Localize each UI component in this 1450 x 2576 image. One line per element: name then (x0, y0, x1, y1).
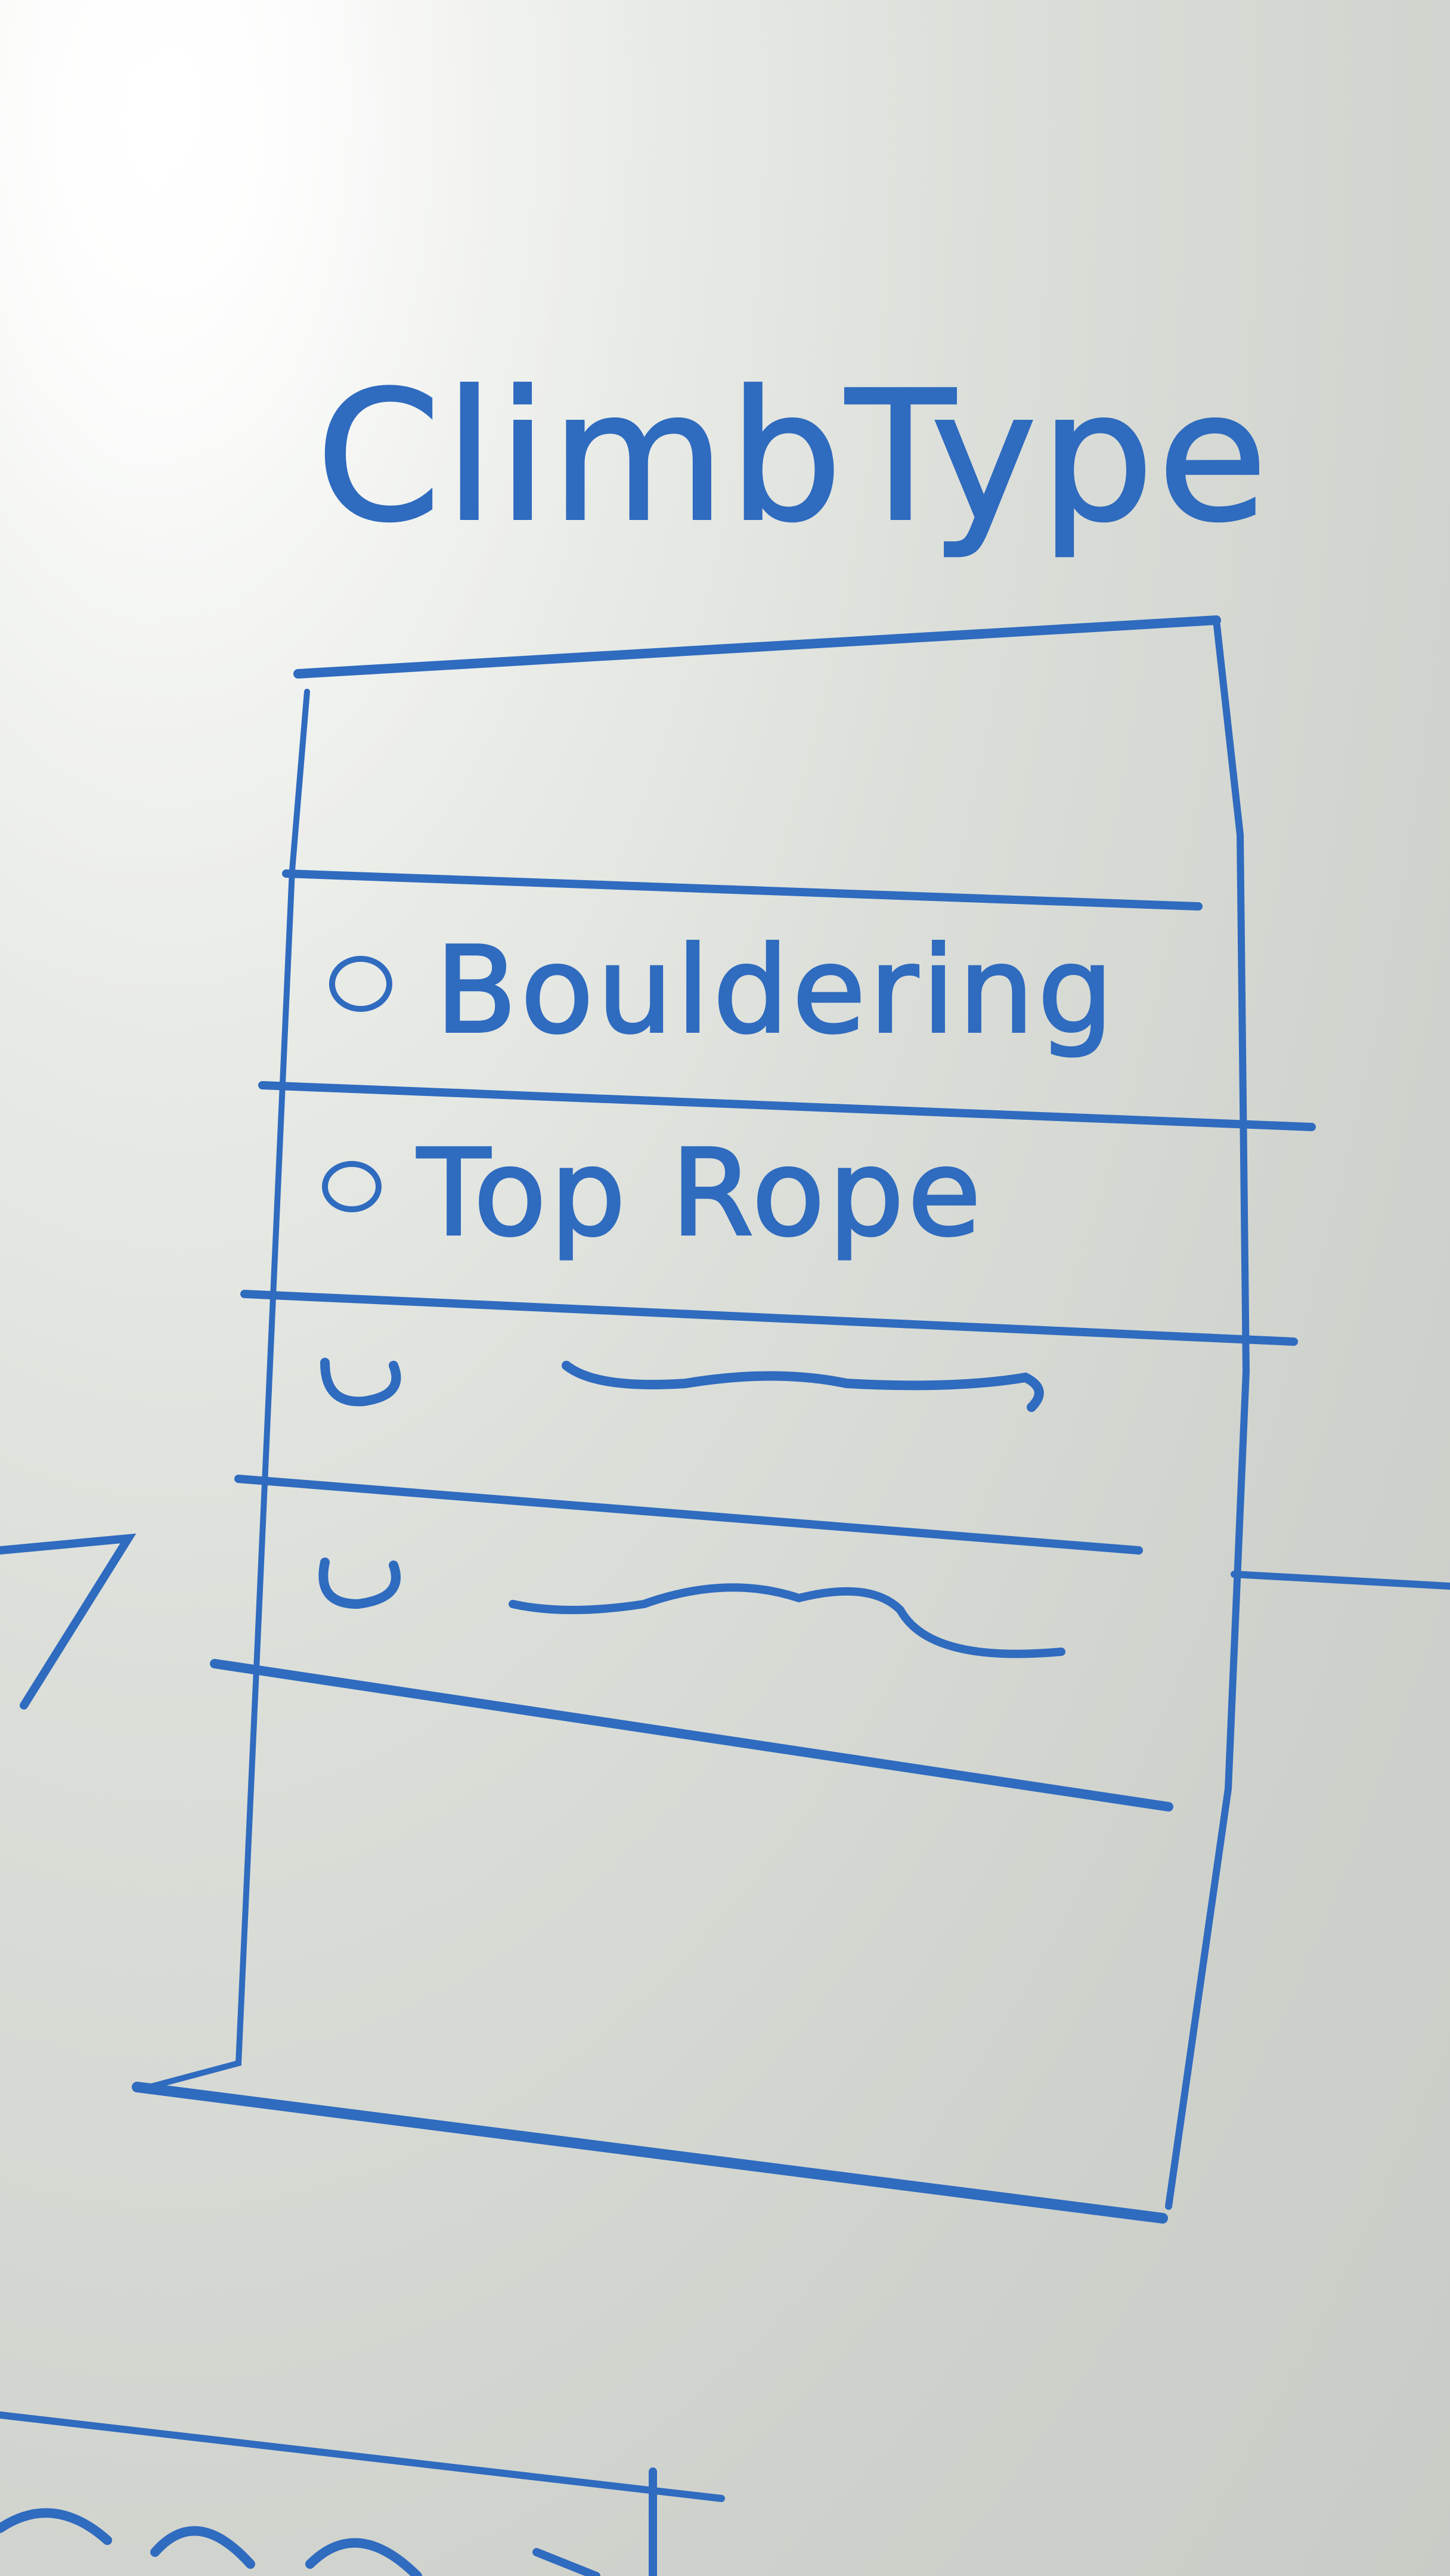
radio-option-bouldering[interactable]: Bouldering (329, 920, 1117, 1061)
radio-button-icon[interactable] (320, 1358, 401, 1407)
radio-button-icon[interactable] (329, 956, 392, 1012)
radio-option-placeholder[interactable] (318, 1558, 1065, 1658)
option-label: Bouldering (435, 921, 1117, 1060)
placeholder-label-scribble (562, 1361, 1044, 1412)
wireframe-title: ClimbType (316, 353, 1271, 561)
option-label: Top Rope (417, 1124, 984, 1263)
radio-button-icon[interactable] (322, 1161, 382, 1212)
placeholder-label-scribble (509, 1583, 1065, 1658)
radio-option-placeholder[interactable] (320, 1358, 1044, 1412)
partial-sketch-bottom (0, 2411, 725, 2576)
whiteboard-wireframe: ClimbType Bouldering Top Rope (0, 352, 1450, 2576)
radio-option-top-rope[interactable]: Top Rope (322, 1123, 984, 1264)
radio-button-icon[interactable] (318, 1558, 401, 1609)
radio-list-frame (132, 615, 1250, 2224)
